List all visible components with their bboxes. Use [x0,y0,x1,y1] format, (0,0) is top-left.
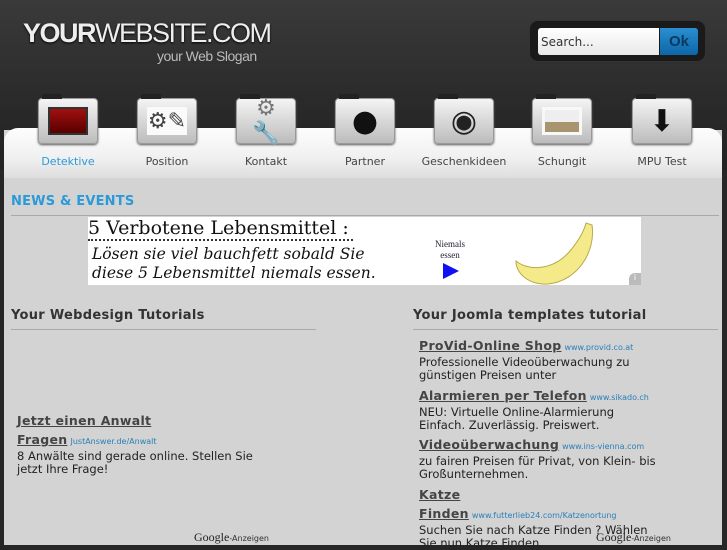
nav-item-schungit[interactable]: Schungit [517,94,607,168]
right-column-heading: Your Joomla templates tutorial [413,308,647,323]
divider [11,329,316,330]
divider [11,215,719,216]
left-column-heading: Your Webdesign Tutorials [11,308,205,323]
search-ok-button[interactable]: Ok [660,28,698,55]
ad-url[interactable]: JustAnswer.de/Anwalt [70,437,156,446]
nav-item-kontakt[interactable]: ⚙🔧 Kontakt [221,94,311,168]
ad-url[interactable]: www.sikado.ch [590,393,649,402]
google-ads-label[interactable]: Google-Anzeigen [194,530,269,545]
folder-red-icon [38,94,98,144]
gears-pencil-icon: ⚙✎ [137,94,197,144]
ad-link[interactable]: Katze Finden [419,487,469,521]
search-input[interactable] [538,28,659,55]
person-icon: ● [335,94,395,144]
nav-item-position[interactable]: ⚙✎ Position [122,94,212,168]
nav-item-mpu-test[interactable]: ⬇ MPU Test [617,94,707,168]
ad-info-icon[interactable]: i [629,273,641,285]
ad-item: Videoüberwachung www.ins-vienna.com zu fa… [419,437,656,481]
ad-item: Alarmieren per Telefon www.sikado.ch NEU:… [419,388,649,432]
ad-url[interactable]: www.ins-vienna.com [562,442,644,451]
ad-link[interactable]: Alarmieren per Telefon [419,388,587,403]
search-box: Ok [529,20,706,62]
ad-url[interactable]: www.provid.co.at [564,343,633,352]
photo-clip-icon [532,94,592,144]
banana-image [515,222,594,285]
ad-link[interactable]: ProVid-Online Shop [419,338,561,353]
ad-item: ProVid-Online Shop www.provid.co.at Profe… [419,338,634,382]
ad-link[interactable]: Videoüberwachung [419,437,559,452]
wrench-gear-icon: ⚙🔧 [236,94,296,146]
divider [413,329,718,330]
play-arrow-icon [443,263,459,279]
globe-icon: ◉ [434,94,494,144]
site-slogan: your Web Slogan [157,48,257,64]
ad-banner[interactable]: 5 Verbotene Lebensmittel : Lösen sie vie… [88,217,641,285]
ad-item: Jetzt einen Anwalt Fragen JustAnswer.de/A… [17,413,253,476]
nav-item-geschenkideen[interactable]: ◉ Geschenkideen [419,94,509,168]
ad-url[interactable]: www.futterlieb24.com/Katzenortung [472,511,617,520]
nav-item-detektive[interactable]: Detektive [23,94,113,168]
nav-item-partner[interactable]: ● Partner [320,94,410,168]
google-ads-label[interactable]: Google-Anzeigen [596,530,671,545]
news-heading: NEWS & EVENTS [11,194,135,209]
download-arrow-icon: ⬇ [632,94,692,144]
site-logo[interactable]: YOURWEBSITE.COM [23,18,272,49]
